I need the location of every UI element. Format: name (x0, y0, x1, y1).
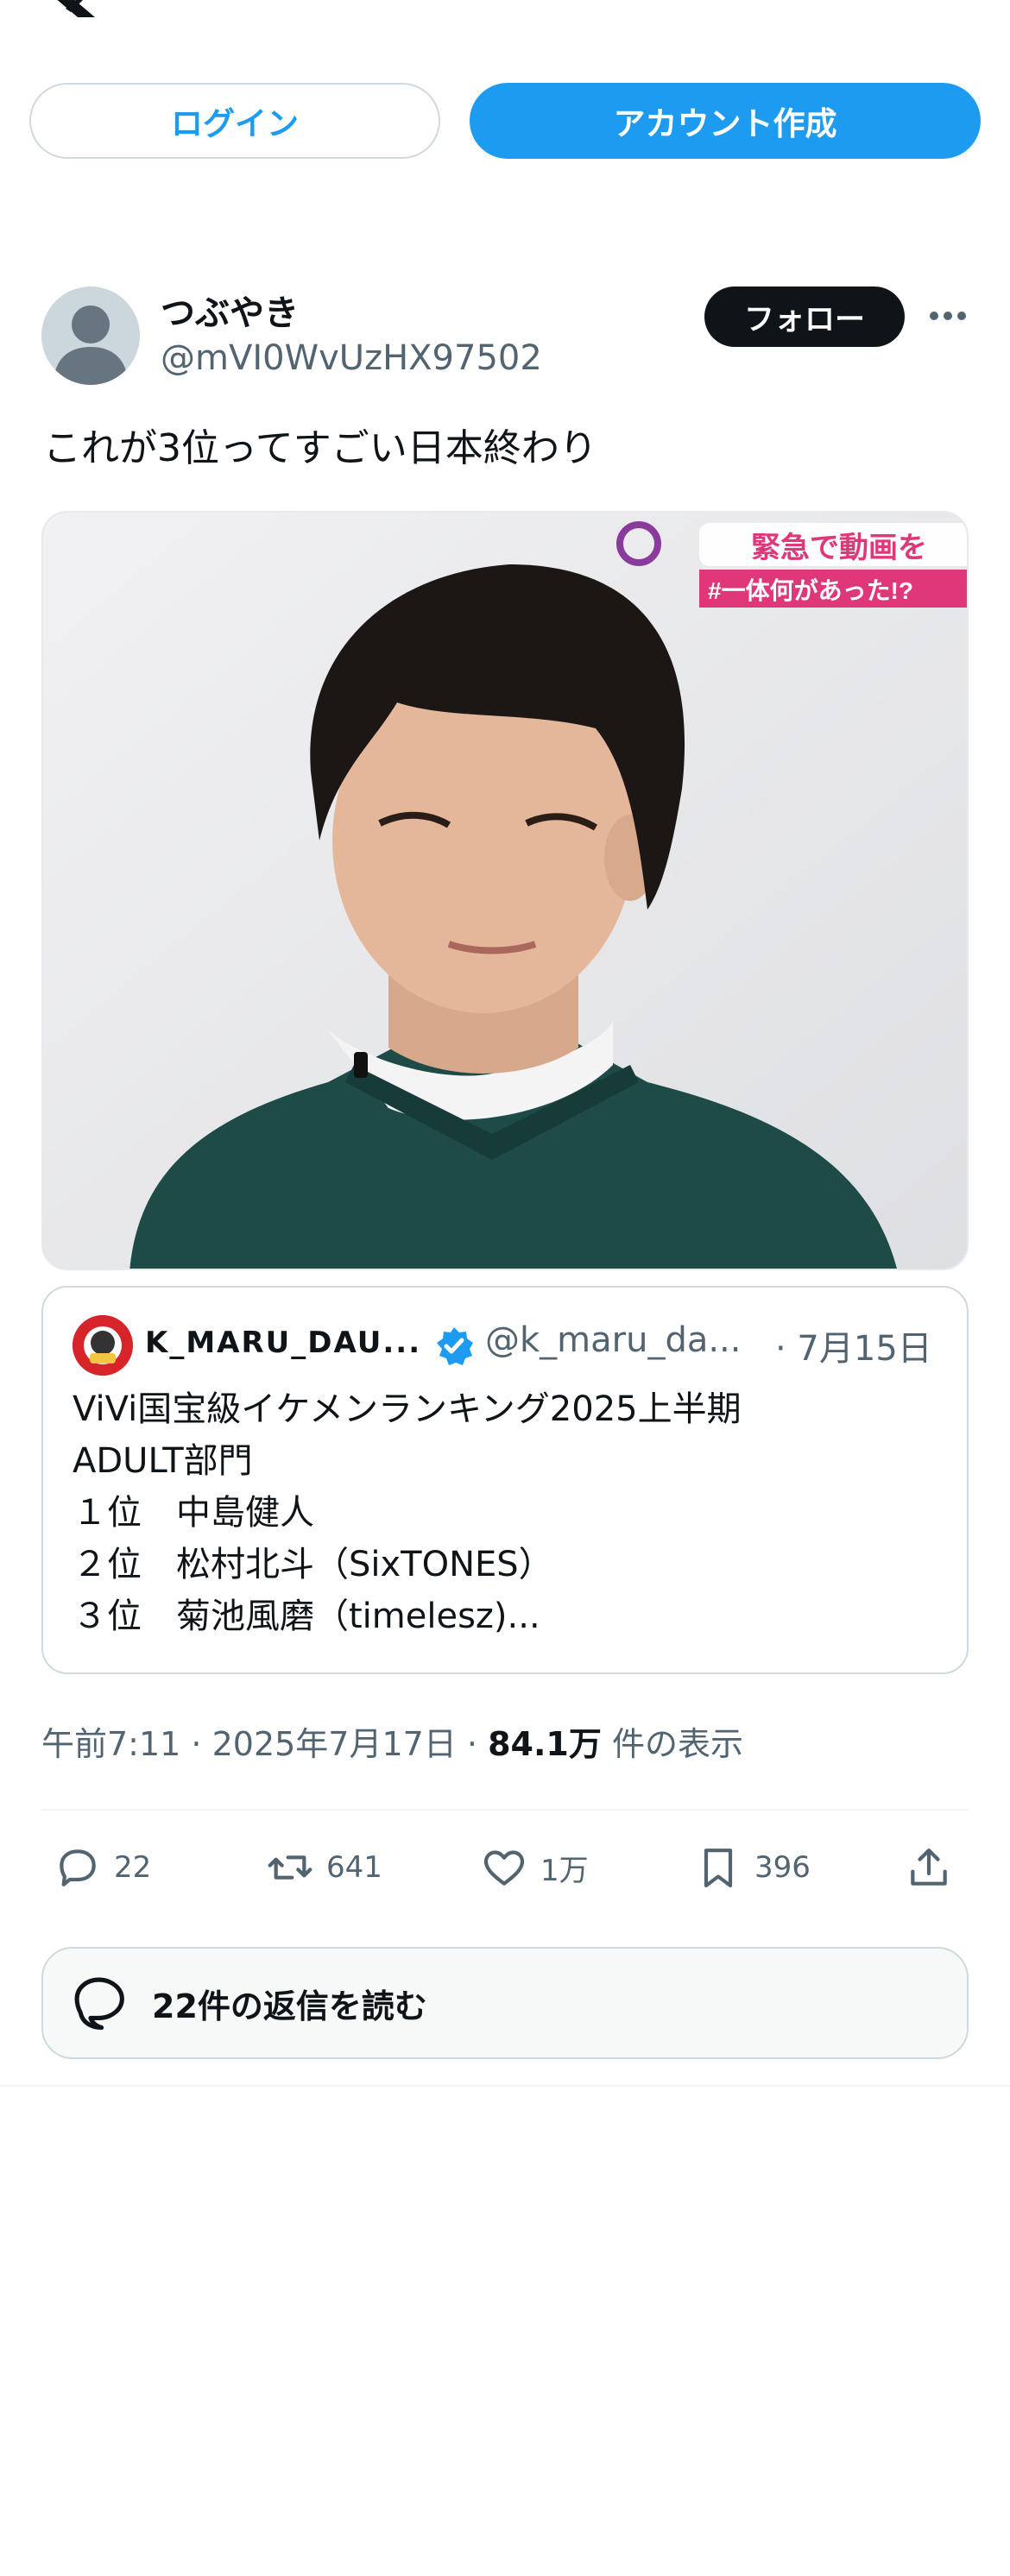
divider (41, 1809, 969, 1811)
tweet-media-image[interactable]: 緊急で動画を #一体何があった!? (41, 511, 969, 1270)
quoted-date[interactable]: · 7月15日 (775, 1320, 932, 1370)
divider (0, 2085, 1010, 2087)
quoted-text-line: ViVi国宝級イケメンランキング2025上半期 (73, 1389, 742, 1429)
share-icon (911, 1849, 947, 1886)
media-caption-bottom: #一体何があった!? (708, 576, 913, 604)
bookmark-count: 396 (754, 1850, 811, 1885)
quoted-handle[interactable]: @k_maru_da... (485, 1320, 741, 1360)
view-label: 件の表示 (601, 1725, 743, 1763)
quoted-display-name[interactable]: K_MARU_DAU... (145, 1326, 421, 1360)
reply-icon (74, 1977, 124, 2031)
user-handle[interactable]: @mVI0WvUzHX97502 (161, 338, 542, 378)
bookmark-button[interactable]: 396 (694, 1842, 811, 1893)
follow-button[interactable]: フォロー (704, 287, 905, 347)
tweet-meta: 午前7:11 · 2025年7月17日 · 84.1万 件の表示 (41, 1717, 743, 1765)
repost-icon (268, 1855, 312, 1880)
separator: · (456, 1725, 489, 1763)
display-name[interactable]: つぶやき (161, 285, 299, 335)
like-count: 1万 (540, 1853, 589, 1888)
verified-badge-icon (437, 1327, 473, 1365)
quoted-tweet[interactable]: K_MARU_DAU... @k_maru_da... · 7月15日 ViVi… (41, 1286, 969, 1674)
separator: · (180, 1725, 212, 1763)
repost-count: 641 (326, 1850, 382, 1885)
read-replies-label: 22件の返信を読む (152, 1987, 427, 2025)
signup-button[interactable]: アカウント作成 (470, 83, 981, 159)
view-count: 84.1万 (488, 1725, 602, 1763)
reply-button[interactable]: 22 (54, 1842, 151, 1893)
bookmark-icon (704, 1849, 733, 1888)
like-button[interactable]: 1万 (480, 1842, 589, 1893)
quoted-text-line: ２位 松村北斗（SixTONES） (73, 1545, 553, 1584)
quoted-text-line: ３位 菊池風磨（timelesz)... (73, 1597, 540, 1636)
quoted-text-line: １位 中島健人 (73, 1493, 314, 1533)
quoted-text-line: ADULT部門 (73, 1441, 253, 1481)
read-replies-button[interactable]: 22件の返信を読む (41, 1947, 969, 2059)
photo-illustration: 緊急で動画を #一体何があった!? (43, 513, 967, 1269)
media-caption-top: 緊急で動画を (751, 532, 927, 564)
login-button[interactable]: ログイン (29, 83, 440, 159)
avatar[interactable] (41, 287, 140, 385)
more-options-icon[interactable] (925, 300, 970, 331)
tweet-date[interactable]: 2025年7月17日 (212, 1725, 457, 1763)
default-avatar-icon (54, 305, 128, 385)
share-button[interactable] (905, 1842, 965, 1893)
tweet-text: これが3位ってすごい日本終わり (43, 426, 597, 470)
reply-icon (60, 1849, 96, 1886)
reply-count: 22 (114, 1850, 152, 1885)
x-logo-icon[interactable] (41, 0, 97, 17)
repost-button[interactable]: 641 (266, 1842, 382, 1893)
quoted-avatar[interactable] (73, 1315, 133, 1376)
heart-icon (483, 1850, 525, 1886)
tweet-time[interactable]: 午前7:11 (41, 1725, 180, 1763)
